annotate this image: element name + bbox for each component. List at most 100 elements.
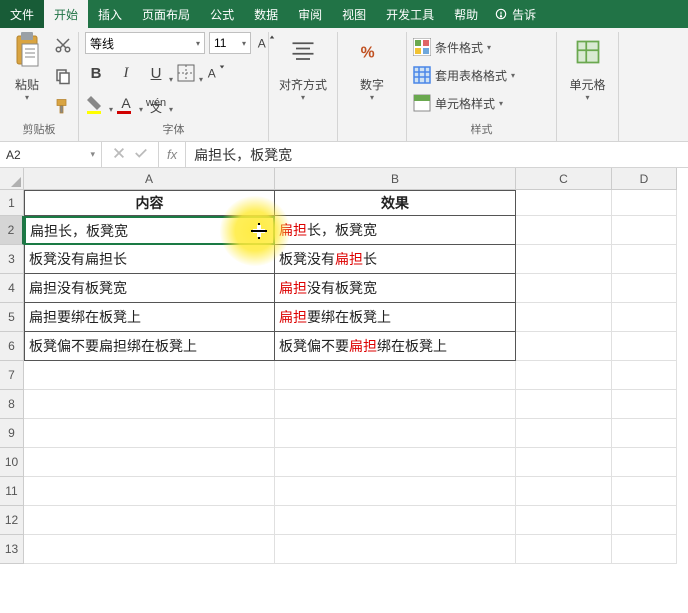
row-header-10[interactable]: 10 (0, 448, 24, 477)
cell-C1[interactable] (516, 190, 612, 216)
cells-area[interactable]: 内容效果扁担长，板凳宽扁担长，板凳宽板凳没有扁担长板凳没有扁担长扁担没有板凳宽扁… (24, 190, 688, 613)
cell-D2[interactable] (612, 216, 677, 245)
row-header-2[interactable]: 2 (0, 216, 24, 245)
cell-C10[interactable] (516, 448, 612, 477)
row-header-11[interactable]: 11 (0, 477, 24, 506)
cell-D5[interactable] (612, 303, 677, 332)
cell-A7[interactable] (24, 361, 275, 390)
cell-B13[interactable] (275, 535, 516, 564)
cell-C11[interactable] (516, 477, 612, 506)
tab-dev[interactable]: 开发工具 (376, 0, 444, 28)
row-header-5[interactable]: 5 (0, 303, 24, 332)
col-header-B[interactable]: B (275, 168, 516, 190)
cell-C3[interactable] (516, 245, 612, 274)
cell-D3[interactable] (612, 245, 677, 274)
cell-D9[interactable] (612, 419, 677, 448)
col-header-D[interactable]: D (612, 168, 677, 190)
cell-A4[interactable]: 扁担没有板凳宽 (24, 274, 275, 303)
col-header-C[interactable]: C (516, 168, 612, 190)
paste-button[interactable]: 粘贴 ▾ (6, 32, 48, 102)
cell-C2[interactable] (516, 216, 612, 245)
cell-B6[interactable]: 板凳偏不要扁担绑在板凳上 (275, 332, 516, 361)
cell-style-button[interactable]: 单元格样式▾ (413, 90, 503, 116)
tab-layout[interactable]: 页面布局 (132, 0, 200, 28)
phonetic-button[interactable]: wén文▾ (145, 92, 167, 114)
cell-C4[interactable] (516, 274, 612, 303)
tell-me[interactable]: 告诉 (488, 0, 542, 28)
fx-button[interactable]: fx (159, 142, 186, 167)
number-dropdown[interactable]: % 数字 ▾ (344, 32, 400, 102)
copy-icon[interactable] (54, 67, 72, 88)
tab-data[interactable]: 数据 (244, 0, 288, 28)
tab-review[interactable]: 审阅 (288, 0, 332, 28)
cell-B4[interactable]: 扁担没有板凳宽 (275, 274, 516, 303)
underline-button[interactable]: U▾ (145, 62, 167, 84)
tab-view[interactable]: 视图 (332, 0, 376, 28)
cell-C5[interactable] (516, 303, 612, 332)
border-button[interactable]: ▾ (175, 62, 197, 84)
cell-C13[interactable] (516, 535, 612, 564)
cell-A11[interactable] (24, 477, 275, 506)
cell-D10[interactable] (612, 448, 677, 477)
conditional-format-button[interactable]: 条件格式▾ (413, 34, 491, 60)
tab-insert[interactable]: 插入 (88, 0, 132, 28)
font-size-select[interactable]: 11▾ (209, 32, 251, 54)
cell-A6[interactable]: 板凳偏不要扁担绑在板凳上 (24, 332, 275, 361)
cell-B11[interactable] (275, 477, 516, 506)
cell-D4[interactable] (612, 274, 677, 303)
cell-D8[interactable] (612, 390, 677, 419)
bold-button[interactable]: B (85, 62, 107, 84)
cell-A10[interactable] (24, 448, 275, 477)
row-header-3[interactable]: 3 (0, 245, 24, 274)
decrease-font-icon[interactable]: A (205, 62, 227, 84)
cancel-icon[interactable] (112, 146, 126, 163)
cell-D11[interactable] (612, 477, 677, 506)
italic-button[interactable]: I (115, 62, 137, 84)
formula-content[interactable]: 扁担长，板凳宽 (186, 142, 688, 167)
table-header-A[interactable]: 内容 (24, 190, 275, 216)
cells-dropdown[interactable]: 单元格 ▾ (563, 32, 612, 102)
row-header-8[interactable]: 8 (0, 390, 24, 419)
cell-C6[interactable] (516, 332, 612, 361)
cut-icon[interactable] (54, 36, 72, 57)
cell-B2[interactable]: 扁担长，板凳宽 (275, 216, 516, 245)
row-header-9[interactable]: 9 (0, 419, 24, 448)
tab-formulas[interactable]: 公式 (200, 0, 244, 28)
format-painter-icon[interactable] (54, 98, 72, 119)
tab-home[interactable]: 开始 (44, 0, 88, 28)
name-box[interactable]: A2▾ (0, 142, 102, 167)
table-header-B[interactable]: 效果 (275, 190, 516, 216)
paste-dropdown-icon[interactable]: ▾ (25, 93, 29, 102)
cell-C8[interactable] (516, 390, 612, 419)
cell-C7[interactable] (516, 361, 612, 390)
fill-color-button[interactable]: ▾ (85, 92, 107, 114)
cell-A2[interactable]: 扁担长，板凳宽 (24, 216, 275, 245)
cell-B9[interactable] (275, 419, 516, 448)
cell-C9[interactable] (516, 419, 612, 448)
cell-D12[interactable] (612, 506, 677, 535)
cell-B3[interactable]: 板凳没有扁担长 (275, 245, 516, 274)
cell-B7[interactable] (275, 361, 516, 390)
row-header-6[interactable]: 6 (0, 332, 24, 361)
cell-A8[interactable] (24, 390, 275, 419)
cell-D13[interactable] (612, 535, 677, 564)
cell-A12[interactable] (24, 506, 275, 535)
font-color-button[interactable]: A▾ (115, 92, 137, 114)
cell-B12[interactable] (275, 506, 516, 535)
cell-D1[interactable] (612, 190, 677, 216)
cell-B8[interactable] (275, 390, 516, 419)
row-header-12[interactable]: 12 (0, 506, 24, 535)
select-all-corner[interactable] (0, 168, 24, 190)
col-header-A[interactable]: A (24, 168, 275, 190)
cell-A9[interactable] (24, 419, 275, 448)
increase-font-icon[interactable]: A (255, 32, 277, 54)
tab-file[interactable]: 文件 (0, 0, 44, 28)
row-header-4[interactable]: 4 (0, 274, 24, 303)
cell-A13[interactable] (24, 535, 275, 564)
confirm-icon[interactable] (134, 146, 148, 163)
tab-help[interactable]: 帮助 (444, 0, 488, 28)
cell-D6[interactable] (612, 332, 677, 361)
cell-D7[interactable] (612, 361, 677, 390)
row-header-7[interactable]: 7 (0, 361, 24, 390)
cell-A5[interactable]: 扁担要绑在板凳上 (24, 303, 275, 332)
